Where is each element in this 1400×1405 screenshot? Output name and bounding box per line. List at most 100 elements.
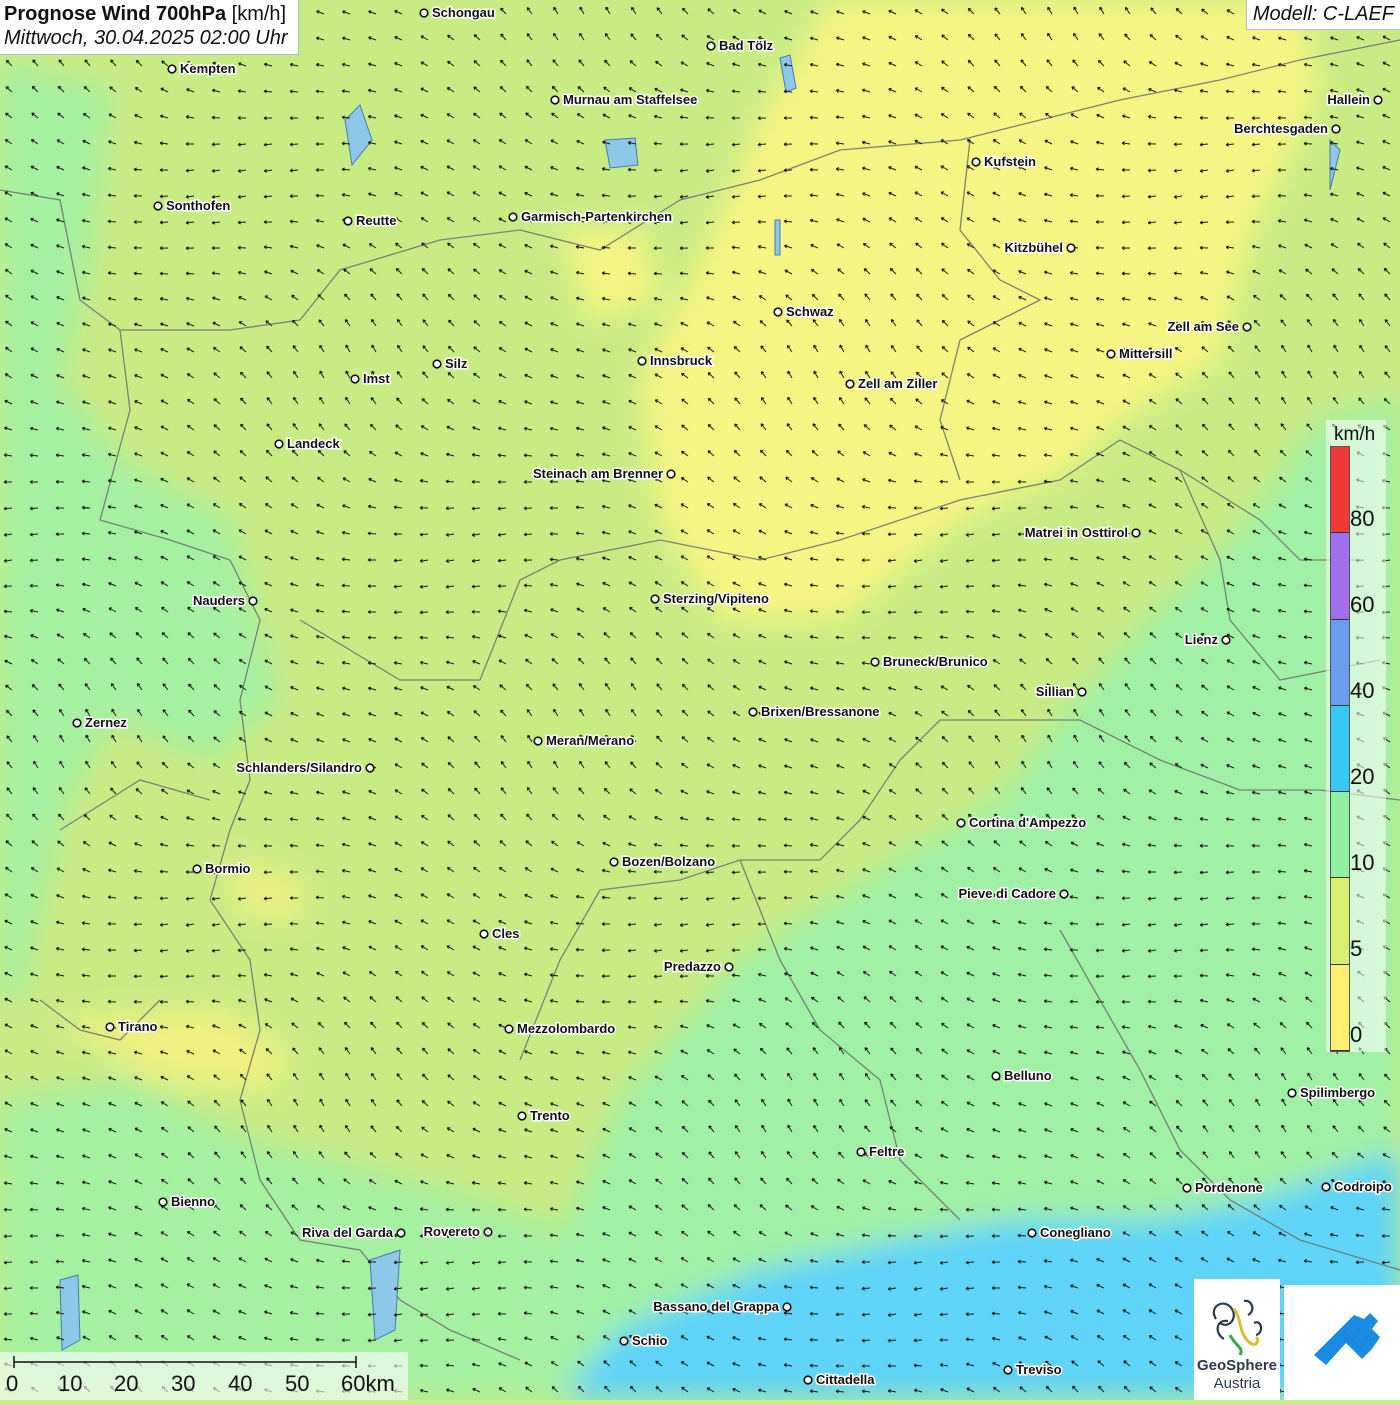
title-unit: [km/h] (231, 3, 287, 25)
city-label: Brixen/Bressanone (761, 704, 880, 719)
city-dot (192, 864, 202, 874)
city-dot (153, 201, 163, 211)
city-dot (637, 356, 647, 366)
city-marker: Zell am See (1166, 318, 1252, 336)
city-marker: Brixen/Bressanone (748, 703, 881, 721)
city-label: Conegliano (1040, 1225, 1111, 1240)
city-label: Kempten (180, 61, 236, 76)
city-label: Bienno (171, 1194, 215, 1209)
city-label: Sillian (1036, 684, 1074, 699)
city-dot (1027, 1228, 1037, 1238)
city-label: Matrei in Osttirol (1025, 525, 1128, 540)
forecast-time: Mittwoch, 30.04.2025 02:00 Uhr (4, 27, 288, 49)
city-marker: Pordenone (1182, 1179, 1264, 1197)
city-dot (1106, 349, 1116, 359)
city-dot (504, 1024, 514, 1034)
logo-line1: GeoSphere (1196, 1357, 1278, 1374)
city-marker: Riva del Garda (300, 1224, 406, 1242)
scale-label: 50 (285, 1371, 310, 1396)
city-marker: Bozen/Bolzano (609, 853, 717, 871)
city-label: Lienz (1185, 632, 1219, 647)
city-marker: Steinach am Brenner (531, 465, 676, 483)
city-marker: Murnau am Staffelsee (550, 91, 699, 109)
legend-segment (1331, 878, 1349, 965)
city-dot (1066, 243, 1076, 253)
city-label: Rovereto (424, 1224, 480, 1239)
city-marker: Conegliano (1027, 1224, 1112, 1242)
legend-tick-label: 80 (1350, 506, 1375, 531)
city-marker: Cortina d'Ampezzo (956, 814, 1088, 832)
city-label: Codroipo (1334, 1179, 1392, 1194)
city-label: Kitzbühel (1005, 240, 1064, 255)
city-marker: Sterzing/Vipiteno (650, 590, 770, 608)
city-dot (1059, 889, 1069, 899)
legend-tick-label: 20 (1350, 764, 1375, 789)
scale-label: 40 (228, 1371, 253, 1396)
city-label: Pordenone (1195, 1180, 1263, 1195)
city-label: Tirano (118, 1019, 158, 1034)
city-dot (1131, 528, 1141, 538)
city-marker: Schongau (419, 4, 496, 22)
legend-segment (1331, 705, 1349, 793)
city-label: Zell am See (1167, 319, 1239, 334)
city-label: Cortina d'Ampezzo (969, 815, 1086, 830)
scale-label: 30 (171, 1371, 196, 1396)
model-label: Modell: C-LAEF (1245, 0, 1400, 30)
city-dot (167, 64, 177, 74)
city-label: Mezzolombardo (517, 1021, 615, 1036)
city-label: Cittadella (816, 1372, 875, 1387)
city-label: Schongau (432, 5, 495, 20)
city-dot (517, 1111, 527, 1121)
city-label: Meran/Merano (546, 733, 634, 748)
city-dot (991, 1071, 1001, 1081)
geosphere-logo-icon (1212, 1299, 1263, 1356)
city-label: Zell am Ziller (858, 376, 937, 391)
city-dot (1221, 635, 1231, 645)
city-label: Treviso (1016, 1362, 1062, 1377)
city-label: Bozen/Bolzano (622, 854, 715, 869)
city-label: Cles (492, 926, 519, 941)
city-dot (274, 439, 284, 449)
city-dot (483, 1227, 493, 1237)
city-dot (550, 95, 560, 105)
city-label: Silz (445, 356, 468, 371)
city-label: Riva del Garda (302, 1225, 394, 1240)
city-label: Hallein (1327, 92, 1370, 107)
city-dot (748, 707, 758, 717)
city-label: Imst (363, 371, 390, 386)
scale-label: 10 (58, 1371, 83, 1396)
city-dot (1373, 95, 1383, 105)
city-label: Bormio (205, 861, 251, 876)
city-dot (479, 929, 489, 939)
city-marker: Meran/Merano (533, 732, 636, 750)
city-marker: Sonthofen (153, 197, 232, 215)
city-label: Trento (530, 1108, 570, 1123)
city-marker: Innsbruck (637, 352, 714, 370)
city-dot (856, 1147, 866, 1157)
city-dot (803, 1375, 813, 1385)
city-label: Landeck (287, 436, 341, 451)
city-dot (432, 359, 442, 369)
legend-segment (1331, 447, 1349, 534)
city-label: Sterzing/Vipiteno (663, 591, 769, 606)
city-label: Bruneck/Brunico (883, 654, 988, 669)
map-title: Prognose Wind 700hPa [km/h] (4, 3, 288, 26)
legend-segment (1331, 792, 1349, 879)
city-label: Feltre (869, 1144, 904, 1159)
city-label: Predazzo (664, 959, 721, 974)
city-label: Pieve di Cadore (958, 886, 1056, 901)
city-label: Schwaz (786, 304, 834, 319)
legend-segment (1331, 619, 1349, 706)
scale-label: 60km (341, 1371, 395, 1396)
partner-logo (1284, 1285, 1400, 1400)
city-marker: Matrei in Osttirol (1023, 524, 1141, 542)
city-label: Spilimbergo (1300, 1085, 1375, 1100)
city-label: Kufstein (984, 154, 1036, 169)
city-marker: Berchtesgaden (1233, 120, 1341, 138)
legend-tick-label: 10 (1350, 850, 1375, 875)
logo-line2: Austria (1213, 1375, 1261, 1392)
city-dot (396, 1228, 406, 1238)
city-label: Sonthofen (166, 198, 230, 213)
city-marker: Schlanders/Silandro (235, 759, 375, 777)
city-label: Garmisch-Partenkirchen (521, 209, 672, 224)
